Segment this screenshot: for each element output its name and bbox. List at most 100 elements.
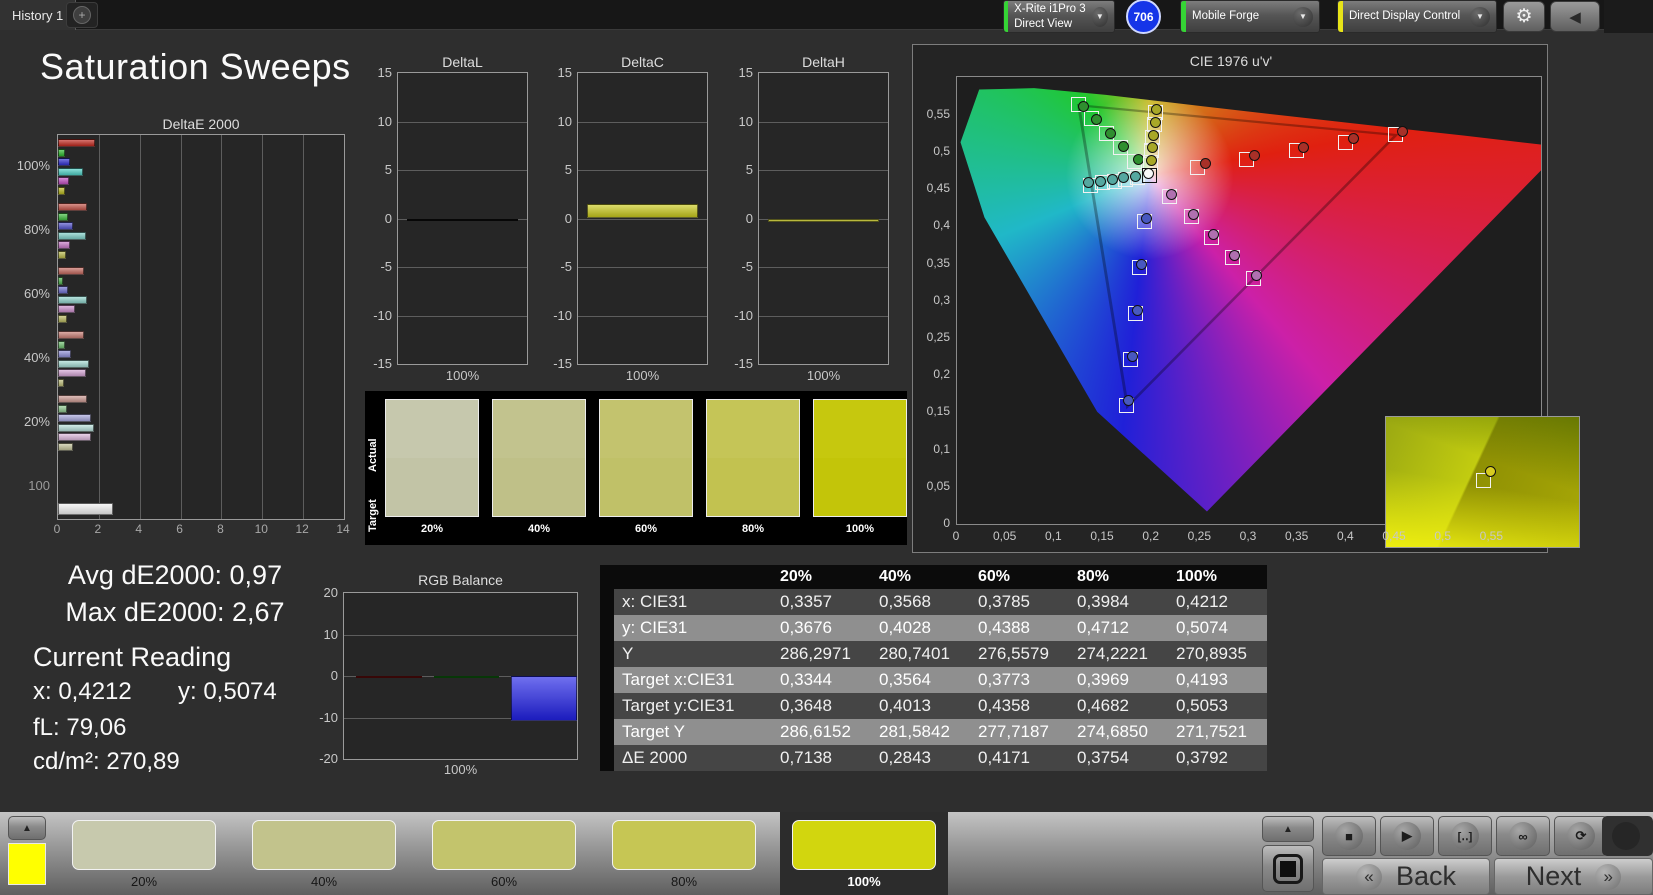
patch-card-80%[interactable]: 80% — [600, 812, 768, 895]
de-bar-100% — [58, 139, 95, 147]
swatch-label: 60% — [634, 523, 658, 535]
gridline — [398, 267, 527, 268]
de-bar-20% — [58, 433, 92, 442]
x-tick-label: 0,25 — [1187, 529, 1211, 543]
next-button-label: Next — [1525, 861, 1582, 891]
table-row: ΔE 2000 0,7138 0,2843 0,4171 0,3754 0,3792 — [614, 745, 1267, 771]
table-row: Target x:CIE31 0,3344 0,3564 0,3773 0,3969 0,… — [614, 667, 1267, 693]
de-bar-80% — [58, 203, 87, 211]
y-tick-label: 0 — [943, 516, 950, 530]
plus-icon: + — [73, 6, 91, 24]
x-tick-label: 8 — [217, 522, 224, 536]
gridline — [578, 121, 707, 123]
stop-button[interactable]: ■ — [1322, 816, 1376, 856]
y-tick-label: -15 — [373, 356, 392, 371]
dark-circle-icon — [1612, 822, 1640, 850]
actual-swatch — [493, 400, 585, 458]
cyan-measured — [1095, 175, 1107, 187]
step-button[interactable]: [‥] — [1438, 816, 1492, 856]
current-y-value: y: 0,5074 — [178, 678, 277, 705]
red-measured — [1348, 133, 1360, 145]
yellow-measured — [1149, 117, 1161, 129]
table-row: y: CIE31 0,3676 0,4028 0,4388 0,4712 0,5074 — [614, 615, 1267, 641]
deltac-x-label: 100% — [625, 368, 660, 383]
gridline — [180, 135, 182, 519]
value-cell: 0,5053 — [1176, 696, 1228, 715]
gridline — [759, 170, 888, 171]
source-label: Mobile Forge — [1192, 10, 1260, 23]
y-tick-label: -20 — [319, 751, 338, 766]
patch-window-toggle-button[interactable] — [1262, 845, 1314, 892]
target-swatch — [707, 458, 799, 516]
add-tab-button[interactable]: + — [66, 2, 98, 28]
inset-measured-marker — [1485, 466, 1496, 477]
value-cell: 0,4013 — [879, 696, 931, 715]
table-header-cell: 20% — [772, 565, 871, 589]
x-tick-label: 10 — [254, 522, 268, 536]
value-cell: 281,5842 — [879, 722, 950, 741]
settings-button[interactable]: ⚙ — [1503, 1, 1545, 32]
patch-card-label: 20% — [130, 874, 158, 889]
gridline — [759, 267, 888, 268]
cie-y-axis: 0 0,05 0,1 0,15 0,2 0,25 0,3 0,35 0,4 0,45 0,5 0,55 — [913, 76, 954, 530]
green-measured — [1104, 127, 1116, 139]
red-balance-bar — [356, 676, 422, 678]
meter-dropdown[interactable]: X-Rite i1Pro 3 Direct View ▼ — [1003, 0, 1115, 33]
de-bar-100% — [58, 158, 71, 167]
gridline — [759, 121, 888, 123]
deltaC-bar — [587, 203, 698, 219]
y-tick-label: 0 — [564, 210, 572, 226]
chevrons-right-icon: » — [1595, 863, 1622, 890]
patch-card-100%[interactable]: 100% — [780, 812, 948, 895]
patch-card-40%[interactable]: 40% — [240, 812, 408, 895]
actual-swatch — [814, 400, 906, 458]
y-tick-label: 10 — [377, 113, 392, 129]
y-tick-label: -10 — [553, 307, 572, 323]
continuous-icon: ∞ — [1509, 822, 1537, 850]
loop-button[interactable]: ⟳ — [1554, 816, 1608, 856]
yellow-measured — [1145, 155, 1157, 167]
next-button[interactable]: Next » — [1494, 858, 1653, 895]
deltah-chart: 15 10 5 0 -5 -10 -15 — [734, 65, 889, 371]
y-tick-label: 5 — [384, 162, 392, 177]
de-bar-40% — [58, 331, 84, 339]
y-tick-label: 0,1 — [933, 441, 950, 456]
y-tick-label: 20 — [323, 585, 338, 600]
source-dropdown[interactable]: Mobile Forge ▼ — [1180, 0, 1320, 33]
continuous-button[interactable]: ∞ — [1496, 816, 1550, 856]
x-tick-label: 14 — [336, 522, 350, 536]
red-measured — [1396, 126, 1408, 138]
cie-x-axis: 0 0,05 0,1 0,15 0,2 0,25 0,3 0,35 0,4 0,45 0,5 0,55 — [953, 529, 1542, 545]
display-control-dropdown[interactable]: Direct Display Control ▼ — [1337, 0, 1497, 33]
value-cell: 0,3676 — [780, 618, 832, 637]
gridline — [578, 170, 707, 171]
value-cell: 274,2221 — [1077, 644, 1148, 663]
de-bar-60% — [58, 305, 76, 314]
magenta-measured — [1250, 269, 1262, 281]
toolbar-end-spacer — [1604, 0, 1653, 33]
patch-card-60%[interactable]: 60% — [420, 812, 588, 895]
rgb-balance-x-label: 100% — [443, 762, 478, 777]
de-bar-100% — [58, 167, 83, 176]
deltae2000-y-axis: 100% 80% 60% 40% 20% 100 — [0, 134, 54, 520]
collapse-panel-button[interactable]: ◀ — [1550, 1, 1600, 32]
x-tick-label: 0,05 — [992, 529, 1017, 543]
gridline — [578, 315, 707, 317]
y-tick-label: 0,5 — [933, 144, 950, 159]
transport-up-button[interactable]: ▲ — [1262, 816, 1314, 842]
yellow-measured — [1150, 104, 1162, 116]
deltac-chart-title: DeltaC — [621, 54, 664, 70]
tab-history-1[interactable]: History 1 — [0, 0, 77, 30]
blue-measured — [1123, 394, 1135, 406]
display-control-label: Direct Display Control — [1349, 10, 1461, 23]
transport-extra-button[interactable] — [1602, 816, 1653, 856]
square-frame-icon — [1273, 853, 1303, 884]
back-button[interactable]: « Back — [1322, 858, 1490, 895]
deltae2000-chart — [57, 134, 345, 520]
chevron-down-icon: ▼ — [1293, 6, 1313, 27]
play-button[interactable]: ▶ — [1380, 816, 1434, 856]
value-cell: 0,4028 — [879, 618, 931, 637]
patch-card-20%[interactable]: 20% — [60, 812, 228, 895]
deltae2000-x-axis: 0 2 4 6 8 10 12 14 — [54, 522, 350, 538]
meter-name: X-Rite i1Pro 3 — [1014, 3, 1086, 16]
